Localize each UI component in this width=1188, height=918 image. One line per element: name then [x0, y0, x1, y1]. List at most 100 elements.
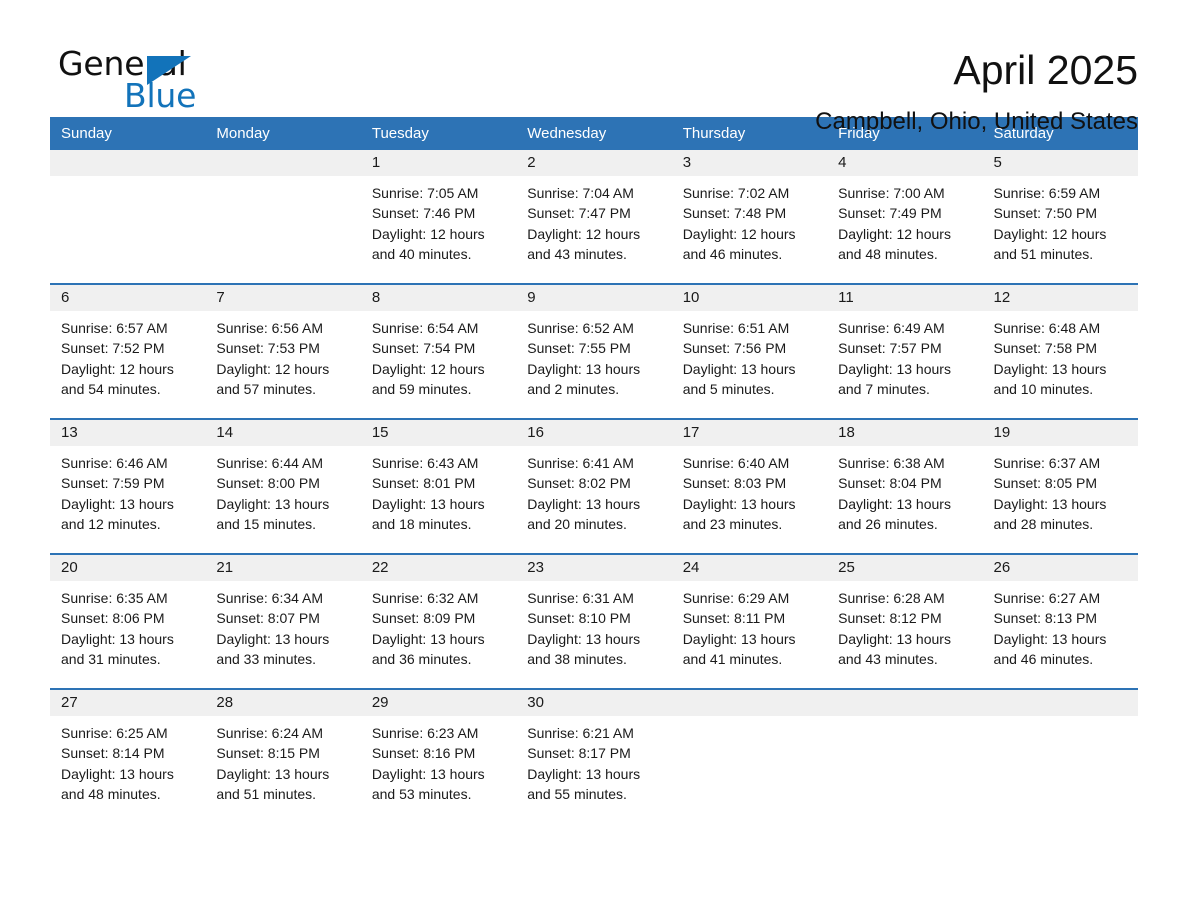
calendar-day-cell[interactable]: 15 Sunrise: 6:43 AM Sunset: 8:01 PM Dayligh…: [360, 418, 517, 554]
calendar-day-cell[interactable]: 6 Sunrise: 6:57 AM Sunset: 7:52 PM Daylight…: [50, 283, 206, 419]
calendar-day-cell[interactable]: 13 Sunrise: 6:46 AM Sunset: 7:59 PM Dayligh…: [50, 418, 206, 554]
sunrise-text: Sunrise: 7:02 AM: [682, 185, 790, 201]
calendar-day-cell[interactable]: 1 Sunrise: 7:05 AM Sunset: 7:46 PM Daylight…: [360, 150, 517, 284]
calendar-day-cell[interactable]: 20 Sunrise: 6:35 AM Sunset: 8:06 PM Dayligh…: [50, 553, 206, 689]
calendar-day-cell[interactable]: 14 Sunrise: 6:44 AM Sunset: 8:00 PM Dayligh…: [205, 418, 361, 554]
day-number: 29: [360, 690, 517, 716]
sunset-text: Sunset: 8:11 PM: [682, 610, 786, 627]
daylight-text: Daylight: 12 hours and 46 minutes.: [682, 225, 796, 262]
calendar-day-cell[interactable]: 4 Sunrise: 7:00 AM Sunset: 7:49 PM Daylight…: [827, 150, 983, 284]
calendar-day-cell[interactable]: 7 Sunrise: 6:56 AM Sunset: 7:53 PM Daylight…: [205, 283, 361, 419]
day-number: [205, 150, 361, 176]
day-number: 6: [50, 285, 206, 311]
daylight-text: Daylight: 13 hours and 12 minutes.: [61, 495, 174, 532]
calendar-day-cell[interactable]: 28 Sunrise: 6:24 AM Sunset: 8:15 PM Dayligh…: [205, 688, 361, 823]
sunrise-text: Sunrise: 6:56 AM: [216, 320, 324, 336]
calendar-day-cell[interactable]: 26 Sunrise: 6:27 AM Sunset: 8:13 PM Dayligh…: [982, 553, 1138, 689]
calendar-day-cell[interactable]: 18 Sunrise: 6:38 AM Sunset: 8:04 PM Dayligh…: [827, 418, 983, 554]
sunset-text: Sunset: 7:56 PM: [682, 340, 787, 357]
calendar-day-cell[interactable]: 12 Sunrise: 6:48 AM Sunset: 7:58 PM Dayligh…: [982, 283, 1138, 419]
sunset-text: Sunset: 7:57 PM: [838, 340, 942, 357]
calendar-day-cell[interactable]: 11 Sunrise: 6:49 AM Sunset: 7:57 PM Dayligh…: [827, 283, 983, 419]
day-number: 21: [205, 555, 361, 581]
calendar-day-cell[interactable]: 9 Sunrise: 6:52 AM Sunset: 7:55 PM Daylight…: [516, 283, 672, 419]
day-number: 1: [360, 150, 517, 176]
sunset-text: Sunset: 8:12 PM: [838, 610, 942, 627]
calendar-day-cell[interactable]: 30 Sunrise: 6:21 AM Sunset: 8:17 PM Dayligh…: [516, 688, 672, 823]
daylight-text: Daylight: 13 hours and 7 minutes.: [838, 360, 951, 397]
calendar-day-cell[interactable]: 22 Sunrise: 6:32 AM Sunset: 8:09 PM Dayligh…: [360, 553, 517, 689]
sunset-text: Sunset: 8:02 PM: [527, 475, 631, 492]
day-number: [671, 690, 828, 716]
sunrise-text: Sunrise: 6:44 AM: [216, 455, 324, 471]
sunset-text: Sunset: 8:01 PM: [371, 475, 476, 492]
day-number: 11: [827, 285, 983, 311]
sunset-text: Sunset: 7:47 PM: [527, 205, 631, 222]
day-number: 2: [516, 150, 672, 176]
logo-text-blue: Blue: [124, 76, 197, 115]
sunrise-text: Sunrise: 6:52 AM: [527, 320, 634, 336]
sunrise-text: Sunrise: 6:48 AM: [993, 320, 1101, 336]
calendar-day-cell[interactable]: 19 Sunrise: 6:37 AM Sunset: 8:05 PM Dayligh…: [982, 418, 1138, 554]
day-details: Sunrise: 6:43 AM Sunset: 8:01 PM Daylight:…: [361, 446, 516, 534]
day-number: 5: [982, 150, 1138, 176]
calendar-day-cell[interactable]: 8 Sunrise: 6:54 AM Sunset: 7:54 PM Daylight…: [360, 283, 517, 419]
day-number: 15: [360, 420, 517, 446]
day-number: 19: [982, 420, 1138, 446]
calendar-empty-cell: [671, 688, 828, 823]
sunrise-text: Sunrise: 7:00 AM: [838, 185, 945, 201]
sunset-text: Sunset: 8:06 PM: [61, 610, 165, 627]
day-details: Sunrise: 7:00 AM Sunset: 7:49 PM Daylight:…: [827, 176, 982, 264]
day-details: Sunrise: 6:49 AM Sunset: 7:57 PM Daylight:…: [827, 311, 982, 399]
sunset-text: Sunset: 8:17 PM: [527, 745, 631, 762]
calendar-day-cell[interactable]: 27 Sunrise: 6:25 AM Sunset: 8:14 PM Dayligh…: [50, 688, 206, 823]
calendar-day-cell[interactable]: 5 Sunrise: 6:59 AM Sunset: 7:50 PM Daylight…: [982, 150, 1138, 284]
day-number: [50, 150, 206, 176]
day-details: Sunrise: 6:28 AM Sunset: 8:12 PM Daylight:…: [827, 581, 982, 669]
sunrise-text: Sunrise: 6:35 AM: [61, 590, 168, 606]
sunset-text: Sunset: 8:00 PM: [216, 475, 320, 492]
sunrise-text: Sunrise: 6:51 AM: [682, 320, 790, 336]
day-details: Sunrise: 6:59 AM Sunset: 7:50 PM Daylight:…: [983, 176, 1138, 264]
day-number: 12: [982, 285, 1138, 311]
day-number: 10: [671, 285, 828, 311]
general-blue-logo[interactable]: General Blue: [50, 44, 280, 124]
sunrise-text: Sunrise: 6:59 AM: [993, 185, 1101, 201]
calendar-day-cell[interactable]: 16 Sunrise: 6:41 AM Sunset: 8:02 PM Dayligh…: [516, 418, 672, 554]
calendar-day-cell[interactable]: 29 Sunrise: 6:23 AM Sunset: 8:16 PM Dayligh…: [360, 688, 517, 823]
sunrise-text: Sunrise: 6:34 AM: [216, 590, 324, 606]
calendar-day-cell[interactable]: 10 Sunrise: 6:51 AM Sunset: 7:56 PM Dayligh…: [671, 283, 828, 419]
sunrise-text: Sunrise: 6:46 AM: [61, 455, 168, 471]
sunset-text: Sunset: 7:53 PM: [216, 340, 320, 357]
calendar-empty-cell: [827, 688, 983, 823]
calendar-day-cell[interactable]: 2 Sunrise: 7:04 AM Sunset: 7:47 PM Daylight…: [516, 150, 672, 284]
daylight-text: Daylight: 13 hours and 55 minutes.: [527, 765, 641, 802]
daylight-text: Daylight: 12 hours and 40 minutes.: [371, 225, 485, 262]
day-number: 16: [516, 420, 672, 446]
day-number: 18: [827, 420, 983, 446]
daylight-text: Daylight: 13 hours and 26 minutes.: [838, 495, 951, 532]
daylight-text: Daylight: 12 hours and 48 minutes.: [838, 225, 951, 262]
calendar-day-cell[interactable]: 25 Sunrise: 6:28 AM Sunset: 8:12 PM Dayligh…: [827, 553, 983, 689]
sunset-text: Sunset: 7:58 PM: [993, 340, 1098, 357]
sunrise-text: Sunrise: 6:57 AM: [61, 320, 168, 336]
sunrise-sunset-calendar: Sunday Monday Tuesday Wednesday Thursday…: [50, 117, 1138, 823]
calendar-day-cell[interactable]: 17 Sunrise: 6:40 AM Sunset: 8:03 PM Dayligh…: [671, 418, 828, 554]
day-number: [982, 690, 1138, 716]
daylight-text: Daylight: 13 hours and 5 minutes.: [682, 360, 796, 397]
calendar-day-cell[interactable]: 23 Sunrise: 6:31 AM Sunset: 8:10 PM Dayligh…: [516, 553, 672, 689]
sunrise-text: Sunrise: 6:24 AM: [216, 725, 324, 741]
day-details: Sunrise: 6:57 AM Sunset: 7:52 PM Daylight:…: [50, 311, 205, 399]
calendar-day-cell[interactable]: 3 Sunrise: 7:02 AM Sunset: 7:48 PM Daylight…: [671, 150, 828, 284]
calendar-day-cell[interactable]: 24 Sunrise: 6:29 AM Sunset: 8:11 PM Dayligh…: [671, 553, 828, 689]
day-details: Sunrise: 6:48 AM Sunset: 7:58 PM Daylight:…: [983, 311, 1138, 399]
daylight-text: Daylight: 13 hours and 41 minutes.: [682, 630, 796, 667]
day-details: Sunrise: 6:29 AM Sunset: 8:11 PM Daylight:…: [672, 581, 827, 669]
title-block: April 2025 Campbell, Ohio, United States: [815, 44, 1138, 136]
calendar-day-cell[interactable]: 21 Sunrise: 6:34 AM Sunset: 8:07 PM Dayligh…: [205, 553, 361, 689]
day-number: 24: [671, 555, 828, 581]
sunset-text: Sunset: 7:46 PM: [371, 205, 476, 222]
sunset-text: Sunset: 7:49 PM: [838, 205, 942, 222]
daylight-text: Daylight: 13 hours and 31 minutes.: [61, 630, 174, 667]
sunrise-text: Sunrise: 6:31 AM: [527, 590, 634, 606]
